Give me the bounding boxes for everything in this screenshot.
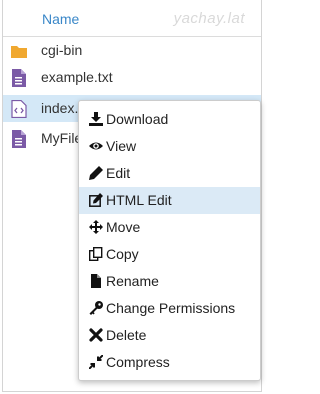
- name-column-header[interactable]: Name: [42, 11, 79, 27]
- eye-icon: [89, 142, 103, 150]
- menu-item-delete[interactable]: Delete: [79, 322, 260, 349]
- file-list-header: Name yachay.lat: [3, 0, 261, 37]
- file-name: example.txt: [41, 69, 113, 85]
- download-icon: [89, 112, 103, 126]
- move-arrows-icon: [89, 220, 103, 234]
- file-row-example-txt[interactable]: example.txt: [3, 64, 261, 91]
- folder-icon: [11, 46, 27, 58]
- file-name: cgi-bin: [41, 42, 83, 58]
- watermark: yachay.lat: [173, 10, 245, 27]
- menu-item-edit[interactable]: Edit: [79, 160, 260, 187]
- edit-square-icon: [89, 193, 103, 207]
- menu-item-move[interactable]: Move: [79, 214, 260, 241]
- menu-item-download[interactable]: Download: [79, 106, 260, 133]
- menu-item-label: View: [106, 138, 137, 154]
- menu-item-label: Edit: [106, 165, 131, 181]
- menu-item-view[interactable]: View: [79, 133, 260, 160]
- file-icon: [91, 274, 101, 288]
- file-name: MyFile: [41, 130, 83, 146]
- file-text-icon: [12, 130, 26, 148]
- key-icon: [89, 301, 103, 315]
- menu-item-label: Change Permissions: [106, 300, 236, 316]
- file-text-icon: [12, 69, 26, 87]
- file-code-icon: [11, 100, 27, 118]
- menu-item-copy[interactable]: Copy: [79, 241, 260, 268]
- menu-item-label: Copy: [106, 246, 139, 262]
- menu-item-label: Move: [106, 219, 141, 235]
- menu-item-change-permissions[interactable]: Change Permissions: [79, 295, 260, 322]
- x-icon: [89, 328, 103, 342]
- compress-icon: [89, 355, 103, 369]
- menu-item-label: HTML Edit: [106, 192, 172, 208]
- menu-item-rename[interactable]: Rename: [79, 268, 260, 295]
- file-name: index.: [41, 100, 79, 116]
- pencil-icon: [89, 166, 103, 180]
- menu-item-compress[interactable]: Compress: [79, 349, 260, 376]
- file-row-cgi-bin[interactable]: cgi-bin: [3, 37, 261, 64]
- menu-item-html-edit[interactable]: HTML Edit: [79, 187, 260, 214]
- copy-icon: [89, 247, 103, 261]
- menu-item-label: Rename: [106, 273, 159, 289]
- menu-item-label: Compress: [106, 354, 170, 370]
- context-menu: Download View Edit HTML Edit Move Copy R…: [78, 100, 261, 381]
- menu-item-label: Delete: [106, 327, 147, 343]
- menu-item-label: Download: [106, 111, 169, 127]
